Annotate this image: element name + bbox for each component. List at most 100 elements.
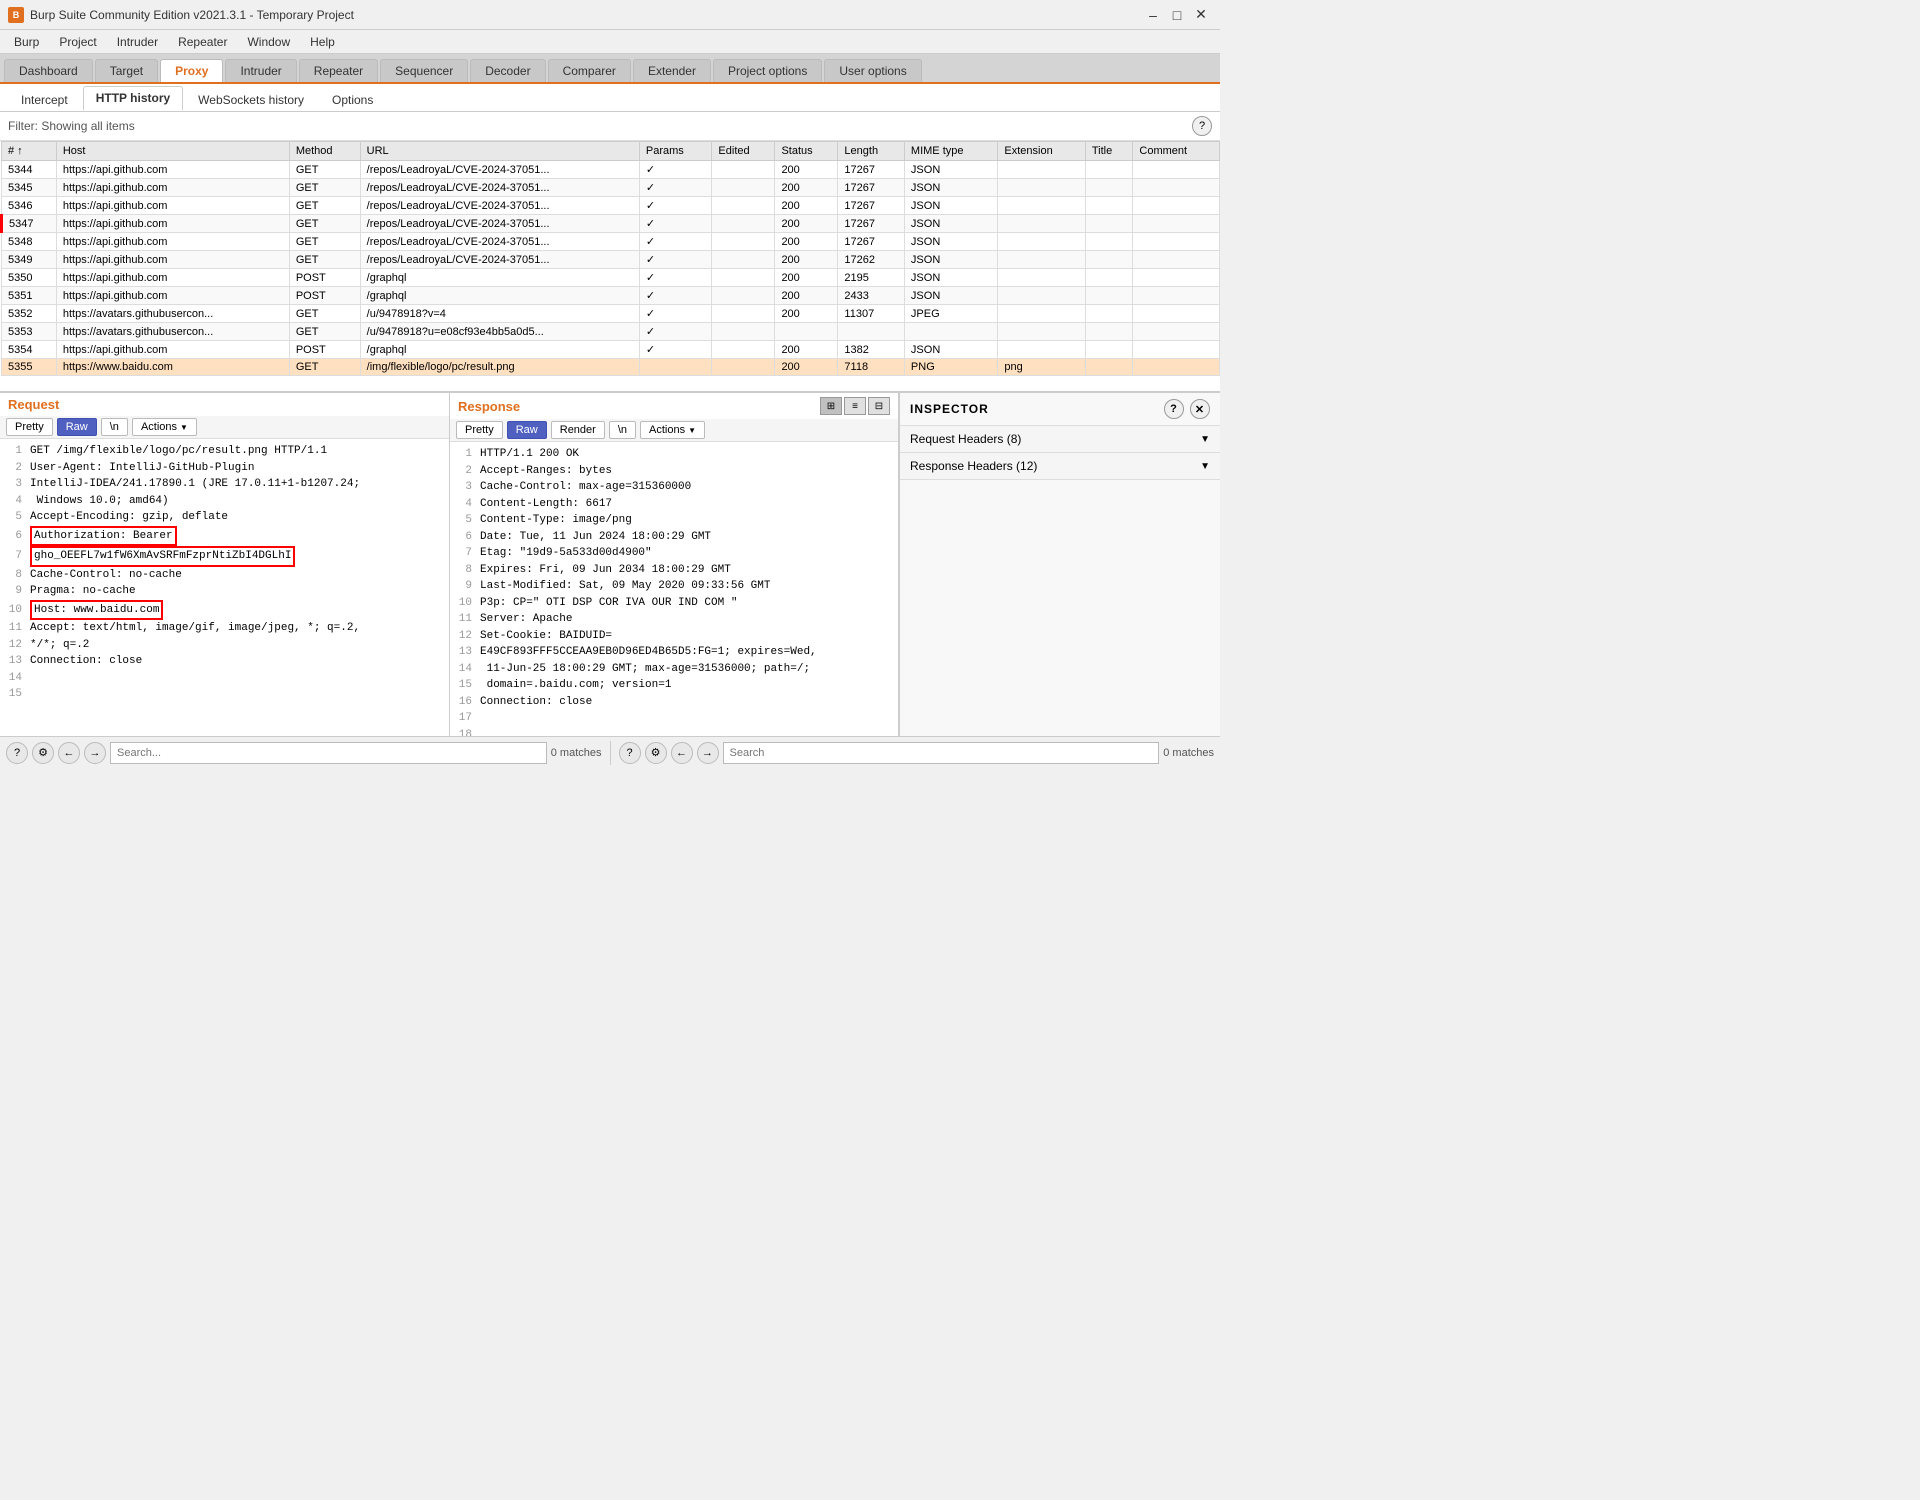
menu-help[interactable]: Help xyxy=(300,33,345,51)
request-tab-newline[interactable]: \n xyxy=(101,418,128,436)
col-header-url[interactable]: URL xyxy=(360,142,639,161)
nav-tab-project-options[interactable]: Project options xyxy=(713,59,822,82)
maximize-button[interactable]: □ xyxy=(1166,4,1188,26)
col-header-comment[interactable]: Comment xyxy=(1133,142,1220,161)
table-row[interactable]: 5348https://api.github.comGET/repos/Lead… xyxy=(2,233,1220,251)
sub-tab-intercept[interactable]: Intercept xyxy=(8,88,81,111)
request-line: 1GET /img/flexible/logo/pc/result.png HT… xyxy=(6,443,443,460)
filter-help-button[interactable]: ? xyxy=(1192,116,1212,136)
table-row[interactable]: 5351https://api.github.comPOST/graphql✓2… xyxy=(2,287,1220,305)
table-row[interactable]: 5355https://www.baidu.comGET/img/flexibl… xyxy=(2,359,1220,376)
response-line: 4Content-Length: 6617 xyxy=(456,496,892,513)
menu-window[interactable]: Window xyxy=(237,33,300,51)
response-tab-pretty[interactable]: Pretty xyxy=(456,421,503,439)
bottom-search-left[interactable] xyxy=(110,742,547,764)
nav-tab-extender[interactable]: Extender xyxy=(633,59,711,82)
table-row[interactable]: 5349https://api.github.comGET/repos/Lead… xyxy=(2,251,1220,269)
inspector-response-headers-toggle[interactable]: Response Headers (12) ▼ xyxy=(900,453,1220,479)
table-row[interactable]: 5350https://api.github.comPOST/graphql✓2… xyxy=(2,269,1220,287)
nav-tabs: Dashboard Target Proxy Intruder Repeater… xyxy=(0,54,1220,84)
col-header-status[interactable]: Status xyxy=(775,142,838,161)
nav-tab-comparer[interactable]: Comparer xyxy=(548,59,631,82)
request-tab-raw[interactable]: Raw xyxy=(57,418,97,436)
bottom-help-button-right[interactable]: ? xyxy=(619,742,641,764)
nav-tab-repeater[interactable]: Repeater xyxy=(299,59,378,82)
col-header-id[interactable]: # ↑ xyxy=(2,142,57,161)
nav-tab-proxy[interactable]: Proxy xyxy=(160,59,223,82)
request-toolbar: Pretty Raw \n Actions xyxy=(0,416,449,439)
nav-tab-intruder[interactable]: Intruder xyxy=(225,59,296,82)
table-row[interactable]: 5345https://api.github.comGET/repos/Lead… xyxy=(2,179,1220,197)
response-line: 17 xyxy=(456,710,892,727)
response-line: 12Set-Cookie: BAIDUID= xyxy=(456,628,892,645)
http-history-table: # ↑ Host Method URL Params Edited Status… xyxy=(0,141,1220,391)
menu-burp[interactable]: Burp xyxy=(4,33,49,51)
request-line: 10Host: www.baidu.com xyxy=(6,600,443,621)
sub-tab-websockets-history[interactable]: WebSockets history xyxy=(185,88,317,111)
table-row[interactable]: 5354https://api.github.comPOST/graphql✓2… xyxy=(2,341,1220,359)
close-button[interactable]: ✕ xyxy=(1190,4,1212,26)
view-vertical-btn[interactable]: ⊟ xyxy=(868,397,890,415)
app-icon: B xyxy=(8,7,24,23)
inspector-close-button[interactable]: ✕ xyxy=(1190,399,1210,419)
view-split-btn[interactable]: ⊞ xyxy=(820,397,842,415)
inspector-help-button[interactable]: ? xyxy=(1164,399,1184,419)
request-actions-button[interactable]: Actions xyxy=(132,418,197,436)
col-header-title[interactable]: Title xyxy=(1085,142,1133,161)
inspector-request-headers-toggle[interactable]: Request Headers (8) ▼ xyxy=(900,426,1220,452)
table-row[interactable]: 5347https://api.github.comGET/repos/Lead… xyxy=(2,215,1220,233)
minimize-button[interactable]: – xyxy=(1142,4,1164,26)
nav-tab-sequencer[interactable]: Sequencer xyxy=(380,59,468,82)
nav-tab-dashboard[interactable]: Dashboard xyxy=(4,59,93,82)
response-header: Response ⊞ ≡ ⊟ xyxy=(450,393,898,419)
request-line: 11Accept: text/html, image/gif, image/jp… xyxy=(6,620,443,637)
response-line: 13E49CF893FFF5CCEAA9EB0D96ED4B65D5:FG=1;… xyxy=(456,644,892,661)
menu-project[interactable]: Project xyxy=(49,33,106,51)
col-header-params[interactable]: Params xyxy=(639,142,712,161)
view-horizontal-btn[interactable]: ≡ xyxy=(844,397,866,415)
response-line: 3Cache-Control: max-age=315360000 xyxy=(456,479,892,496)
response-line: 14 11-Jun-25 18:00:29 GMT; max-age=31536… xyxy=(456,661,892,678)
bottom-search-right[interactable] xyxy=(723,742,1160,764)
bottom-settings-button-right[interactable]: ⚙ xyxy=(645,742,667,764)
response-actions-button[interactable]: Actions xyxy=(640,421,705,439)
table-row[interactable]: 5346https://api.github.comGET/repos/Lead… xyxy=(2,197,1220,215)
bottom-forward-button-left[interactable]: → xyxy=(84,742,106,764)
table-row[interactable]: 5353https://avatars.githubusercon...GET/… xyxy=(2,323,1220,341)
bottom-settings-button-left[interactable]: ⚙ xyxy=(32,742,54,764)
inspector-request-headers-label: Request Headers (8) xyxy=(910,432,1021,446)
bottom-left-section: ? ⚙ ← → 0 matches xyxy=(6,742,602,764)
bottom-forward-button-right[interactable]: → xyxy=(697,742,719,764)
response-line: 11Server: Apache xyxy=(456,611,892,628)
bottom-help-button-left[interactable]: ? xyxy=(6,742,28,764)
table-row[interactable]: 5344https://api.github.comGET/repos/Lead… xyxy=(2,161,1220,179)
col-header-host[interactable]: Host xyxy=(56,142,289,161)
response-tab-raw[interactable]: Raw xyxy=(507,421,547,439)
menu-intruder[interactable]: Intruder xyxy=(107,33,168,51)
sub-tab-options[interactable]: Options xyxy=(319,88,386,111)
nav-tab-target[interactable]: Target xyxy=(95,59,158,82)
sub-tab-http-history[interactable]: HTTP history xyxy=(83,86,183,111)
inspector-title: INSPECTOR xyxy=(910,402,989,416)
window-controls: – □ ✕ xyxy=(1142,4,1212,26)
request-tab-pretty[interactable]: Pretty xyxy=(6,418,53,436)
bottom-back-button-left[interactable]: ← xyxy=(58,742,80,764)
response-tab-render[interactable]: Render xyxy=(551,421,605,439)
response-line: 18 xyxy=(456,727,892,737)
col-header-extension[interactable]: Extension xyxy=(998,142,1085,161)
request-line: 12*/*; q=.2 xyxy=(6,637,443,654)
col-header-edited[interactable]: Edited xyxy=(712,142,775,161)
inspector-header: INSPECTOR ? ✕ xyxy=(900,393,1220,426)
nav-tab-user-options[interactable]: User options xyxy=(824,59,921,82)
col-header-mime[interactable]: MIME type xyxy=(904,142,997,161)
col-header-method[interactable]: Method xyxy=(289,142,360,161)
sub-tabs: Intercept HTTP history WebSockets histor… xyxy=(0,84,1220,112)
table-row[interactable]: 5352https://avatars.githubusercon...GET/… xyxy=(2,305,1220,323)
filter-bar: Filter: Showing all items ? xyxy=(0,112,1220,141)
response-tab-newline[interactable]: \n xyxy=(609,421,636,439)
bottom-back-button-right[interactable]: ← xyxy=(671,742,693,764)
response-line: 10P3p: CP=" OTI DSP COR IVA OUR IND COM … xyxy=(456,595,892,612)
menu-repeater[interactable]: Repeater xyxy=(168,33,237,51)
nav-tab-decoder[interactable]: Decoder xyxy=(470,59,545,82)
col-header-length[interactable]: Length xyxy=(838,142,905,161)
